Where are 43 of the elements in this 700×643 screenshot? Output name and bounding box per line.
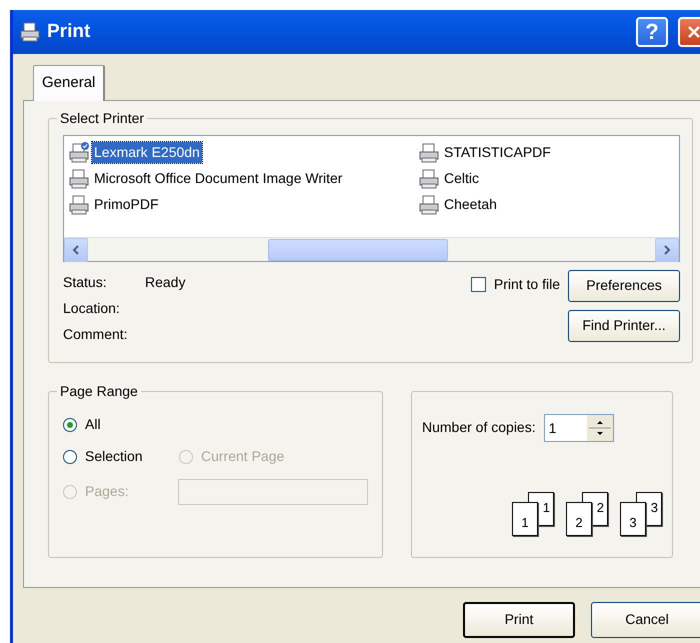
front-page: 1 <box>512 502 538 536</box>
front-page: 2 <box>566 502 592 536</box>
copies-value[interactable]: 1 <box>544 414 587 440</box>
printer-item[interactable]: Celtic <box>442 168 482 189</box>
close-icon <box>686 24 700 40</box>
scroll-left-button[interactable] <box>64 238 88 262</box>
printer-icon <box>19 21 41 43</box>
radio-label: Pages: <box>85 482 129 501</box>
printer-icon <box>68 168 90 190</box>
printer-button[interactable]: Preferences <box>568 270 680 302</box>
printer-item[interactable]: STATISTICAPDF <box>442 142 553 163</box>
dialog-button[interactable]: Print <box>463 602 575 638</box>
help-button[interactable]: ? <box>636 17 668 47</box>
copies-spinner[interactable]: 1 <box>544 414 614 442</box>
printer-item[interactable]: Microsoft Office Document Image Writer <box>92 168 344 189</box>
radio-button[interactable] <box>63 450 77 464</box>
field-label: Location: <box>63 299 121 318</box>
front-page: 3 <box>620 502 646 536</box>
printer-icon <box>418 194 440 216</box>
printer-button[interactable]: Find Printer... <box>568 310 680 342</box>
checkbox-label[interactable]: Print to file <box>494 274 560 295</box>
printer-item[interactable]: Cheetah <box>442 194 499 215</box>
tab[interactable]: General <box>33 65 106 100</box>
printer-icon <box>418 168 440 190</box>
print-to-file-checkbox[interactable] <box>470 277 486 292</box>
scroll-right-button[interactable] <box>655 238 679 262</box>
printer-item[interactable]: Lexmark E250dn <box>92 142 202 163</box>
printer-icon <box>418 142 440 164</box>
printer-item[interactable]: PrimoPDF <box>92 194 161 215</box>
dialog-button[interactable]: Cancel <box>591 602 700 638</box>
window-title: Print <box>47 20 90 44</box>
copies-label: Number of copies: <box>422 418 536 437</box>
field-label: Comment: <box>63 325 129 344</box>
scrollbar-thumb[interactable] <box>268 238 448 260</box>
spin-arrows-icon[interactable] <box>586 414 613 440</box>
radio-button[interactable] <box>63 418 77 432</box>
printer-icon <box>68 194 90 216</box>
horizontal-scrollbar[interactable] <box>64 236 679 260</box>
radio-label[interactable]: Selection <box>85 446 143 467</box>
radio-label: Current Page <box>201 447 284 466</box>
field-label: Status: <box>63 273 108 292</box>
field-value: Ready <box>145 273 186 292</box>
radio-label[interactable]: All <box>85 414 101 435</box>
